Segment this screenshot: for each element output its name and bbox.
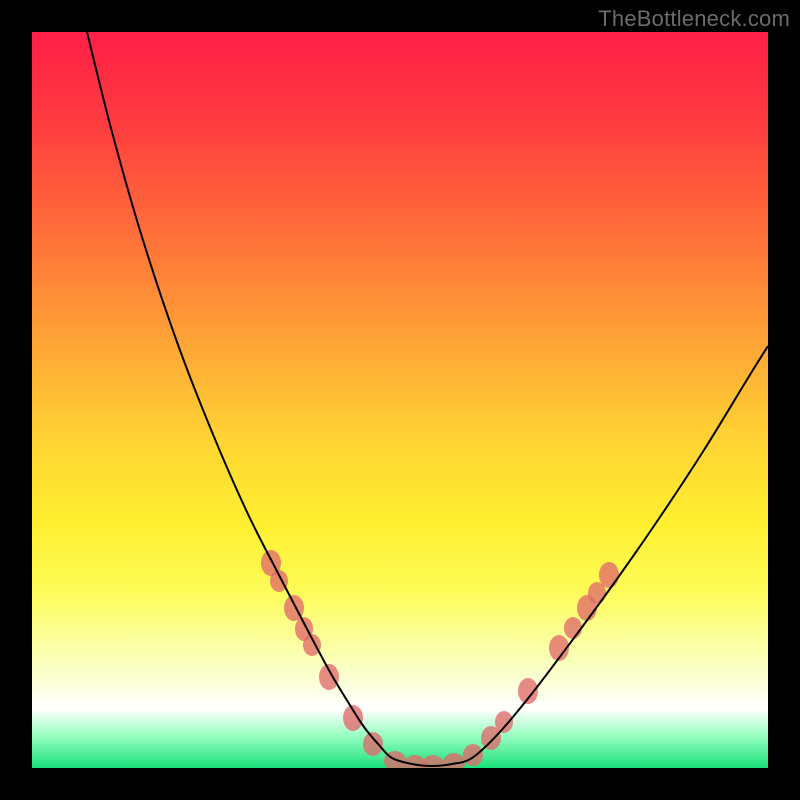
watermark-text: TheBottleneck.com [598, 6, 790, 32]
data-marker [363, 732, 383, 756]
bottleneck-curve [87, 32, 768, 766]
marker-layer [261, 550, 619, 768]
data-marker [495, 711, 513, 733]
chart-plot-area [32, 32, 768, 768]
data-marker [463, 744, 483, 766]
data-marker [564, 617, 582, 639]
chart-svg [32, 32, 768, 768]
data-marker [599, 562, 619, 588]
data-marker [319, 664, 339, 690]
